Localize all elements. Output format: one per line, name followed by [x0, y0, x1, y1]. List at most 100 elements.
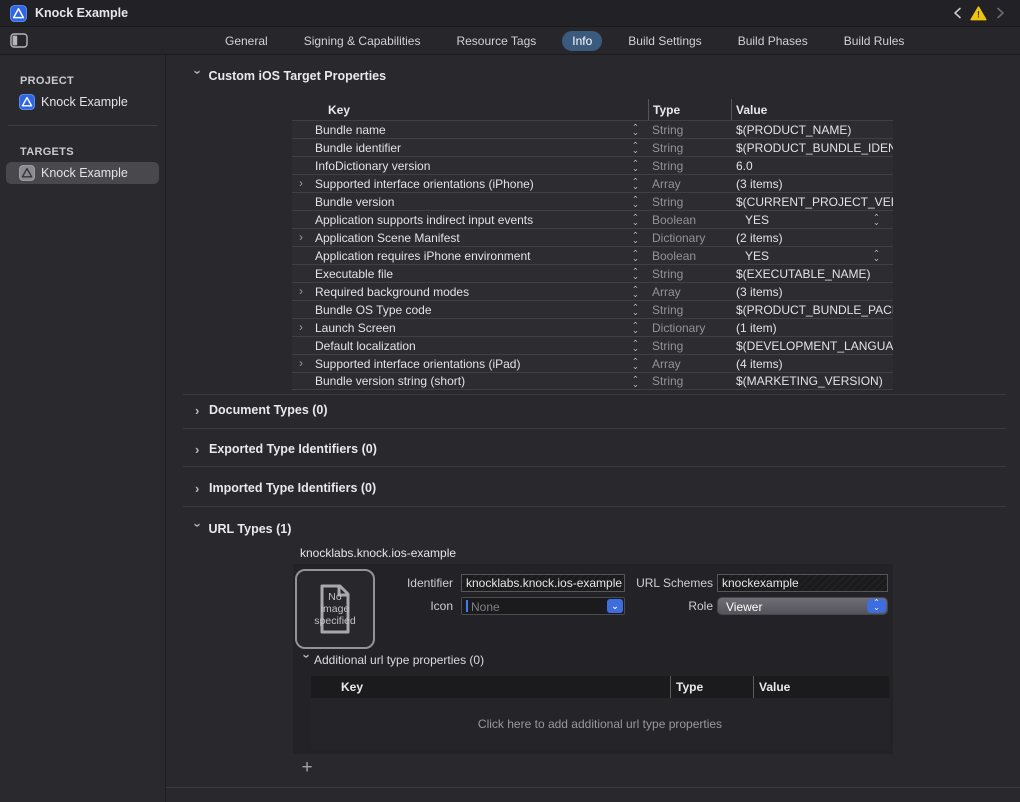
stepper-icon[interactable]: ⌃⌄ — [632, 305, 639, 315]
url-schemes-field[interactable]: knockexample — [717, 574, 888, 592]
plist-value[interactable]: (3 items) — [731, 283, 893, 300]
stepper-icon[interactable]: ⌃⌄ — [632, 125, 639, 135]
plist-value[interactable]: (1 item) — [731, 319, 893, 336]
stepper-icon[interactable]: ⌃⌄ — [632, 161, 639, 171]
plist-type: Array — [648, 175, 731, 192]
sidebar-item-target[interactable]: Knock Example — [6, 162, 159, 184]
plist-value-text: YES — [745, 249, 769, 263]
stepper-icon[interactable]: ⌃⌄ — [632, 287, 639, 297]
section-title: Custom iOS Target Properties — [208, 69, 386, 83]
plist-value[interactable]: (3 items) — [731, 175, 893, 192]
column-header-key: Key — [292, 99, 648, 120]
next-issue-button[interactable] — [993, 6, 1007, 20]
disclosure-icon[interactable]: › — [299, 320, 303, 334]
additional-table-empty-state[interactable]: Click here to add additional url type pr… — [311, 698, 889, 749]
chevron-right-icon[interactable]: › — [195, 442, 209, 457]
stepper-icon[interactable]: ⌃⌄ — [632, 359, 639, 369]
project-item-label: Knock Example — [41, 95, 128, 109]
section-imported-type-identifiers-0[interactable]: ›Imported Type Identifiers (0) — [195, 481, 376, 495]
bottom-divider — [166, 787, 1020, 788]
stepper-icon[interactable]: ⌃⌄ — [632, 377, 639, 387]
plist-value[interactable]: $(PRODUCT_BUNDLE_PACKA — [731, 301, 893, 318]
disclosure-icon[interactable]: › — [299, 284, 303, 298]
plist-row[interactable]: Application supports indirect input even… — [292, 210, 893, 228]
additional-properties-disclosure[interactable]: › Additional url type properties (0) — [300, 652, 484, 667]
plist-value-text: $(MARKETING_VERSION) — [736, 374, 883, 388]
plist-value[interactable]: $(DEVELOPMENT_LANGUAGI — [731, 337, 893, 354]
warning-icon[interactable]: ! — [970, 6, 987, 21]
stepper-icon[interactable]: ⌃⌄ — [632, 323, 639, 333]
section-exported-type-identifiers-0[interactable]: ›Exported Type Identifiers (0) — [195, 442, 377, 456]
plist-row[interactable]: Executable file⌃⌄String$(EXECUTABLE_NAME… — [292, 264, 893, 282]
stepper-icon[interactable]: ⌃⌄ — [632, 215, 639, 225]
plist-value[interactable]: (4 items) — [731, 355, 893, 372]
role-popup-button[interactable]: Viewer ⌃⌄ — [717, 597, 888, 615]
additional-properties-table: Key Type Value Click here to add additio… — [311, 676, 889, 749]
plist-row[interactable]: InfoDictionary version⌃⌄String6.0 — [292, 156, 893, 174]
stepper-icon[interactable]: ⌃⌄ — [632, 143, 639, 153]
stepper-icon[interactable]: ⌃⌄ — [632, 269, 639, 279]
project-section-header: PROJECT — [20, 75, 165, 87]
chevron-down-icon[interactable]: › — [191, 523, 206, 537]
chevron-right-icon[interactable]: › — [195, 481, 209, 496]
plist-row[interactable]: Bundle OS Type code⌃⌄String$(PRODUCT_BUN… — [292, 300, 893, 318]
stepper-icon[interactable]: ⌃⌄ — [873, 251, 880, 261]
plist-value[interactable]: $(MARKETING_VERSION) — [731, 373, 893, 389]
plist-row[interactable]: Default localization⌃⌄String$(DEVELOPMEN… — [292, 336, 893, 354]
plist-row[interactable]: ›Required background modes⌃⌄Array(3 item… — [292, 282, 893, 300]
plist-value[interactable]: $(EXECUTABLE_NAME) — [731, 265, 893, 282]
stepper-icon[interactable]: ⌃⌄ — [632, 251, 639, 261]
plist-row[interactable]: Bundle version⌃⌄String$(CURRENT_PROJECT_… — [292, 192, 893, 210]
plist-value[interactable]: (2 items) — [731, 229, 893, 246]
plist-type: Dictionary — [648, 319, 731, 336]
stepper-icon[interactable]: ⌃⌄ — [632, 233, 639, 243]
target-icon — [19, 165, 35, 181]
stepper-icon[interactable]: ⌃⌄ — [632, 179, 639, 189]
url-type-item-name: knocklabs.knock.ios-example — [300, 546, 456, 560]
section-url-types[interactable]: › URL Types (1) — [191, 521, 291, 536]
sidebar-toggle-icon[interactable] — [10, 33, 30, 49]
chevron-right-icon[interactable]: › — [195, 403, 209, 418]
previous-issue-button[interactable] — [950, 6, 964, 20]
section-divider — [183, 466, 1006, 467]
plist-row[interactable]: ›Application Scene Manifest⌃⌄Dictionary(… — [292, 228, 893, 246]
disclosure-icon[interactable]: › — [299, 230, 303, 244]
sidebar-item-project[interactable]: Knock Example — [6, 91, 159, 113]
tab-general[interactable]: General — [215, 31, 278, 51]
stepper-icon[interactable]: ⌃⌄ — [873, 215, 880, 225]
plist-row[interactable]: Bundle version string (short)⌃⌄String$(M… — [292, 372, 893, 390]
plist-row[interactable]: ›Launch Screen⌃⌄Dictionary(1 item) — [292, 318, 893, 336]
plist-value[interactable]: YES⌃⌄ — [731, 211, 893, 228]
tab-build-settings[interactable]: Build Settings — [618, 31, 711, 51]
tab-build-phases[interactable]: Build Phases — [728, 31, 818, 51]
stepper-icon[interactable]: ⌃⌄ — [632, 341, 639, 351]
no-image-label: Noimagespecified — [314, 591, 355, 627]
disclosure-icon[interactable]: › — [299, 176, 303, 190]
plist-row[interactable]: Bundle name⌃⌄String$(PRODUCT_NAME) — [292, 120, 893, 138]
disclosure-icon[interactable]: › — [299, 356, 303, 370]
chevron-down-icon[interactable]: › — [300, 654, 315, 668]
section-divider — [183, 428, 1006, 429]
add-url-type-button[interactable]: + — [297, 758, 317, 778]
plist-row[interactable]: ›Supported interface orientations (iPhon… — [292, 174, 893, 192]
plist-key: Supported interface orientations (iPad) — [315, 357, 520, 371]
plist-value[interactable]: $(PRODUCT_NAME) — [731, 121, 893, 138]
section-title: Imported Type Identifiers (0) — [209, 481, 376, 495]
plist-value[interactable]: YES ⌃⌄ — [731, 247, 893, 264]
tab-build-rules[interactable]: Build Rules — [834, 31, 915, 51]
plist-type: String — [648, 301, 731, 318]
plist-value[interactable]: 6.0 — [731, 157, 893, 174]
tab-signing-capabilities[interactable]: Signing & Capabilities — [294, 31, 431, 51]
plist-row[interactable]: › Supported interface orientations (iPad)… — [292, 354, 893, 372]
chevron-down-icon[interactable]: › — [191, 70, 206, 84]
plist-value[interactable]: $(PRODUCT_BUNDLE_IDENT — [731, 139, 893, 156]
plist-row[interactable]: Bundle identifier⌃⌄String$(PRODUCT_BUNDL… — [292, 138, 893, 156]
tab-resource-tags[interactable]: Resource Tags — [446, 31, 546, 51]
stepper-icon[interactable]: ⌃⌄ — [632, 197, 639, 207]
section-custom-ios-target-properties[interactable]: › Custom iOS Target Properties — [191, 68, 386, 83]
plist-row[interactable]: Application requires iPhone environment⌃… — [292, 246, 893, 264]
plist-type: String — [648, 373, 731, 389]
tab-info[interactable]: Info — [562, 31, 602, 51]
section-document-types-0[interactable]: ›Document Types (0) — [195, 403, 328, 417]
plist-value[interactable]: $(CURRENT_PROJECT_VERS — [731, 193, 893, 210]
